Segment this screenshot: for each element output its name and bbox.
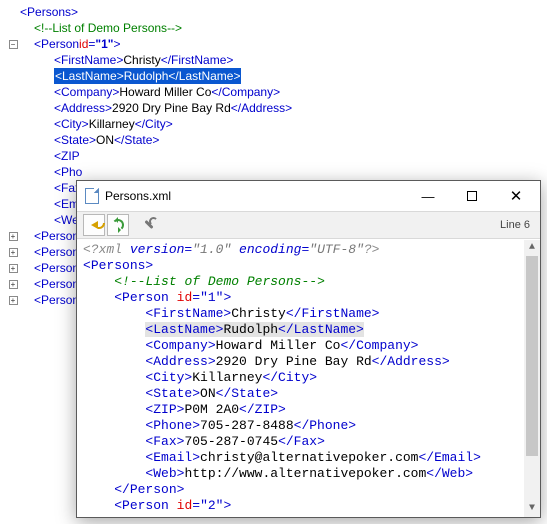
- undo-button[interactable]: [83, 214, 105, 236]
- source-window: Persons.xml — ✕ Line 6 <?xml version="1.…: [76, 180, 541, 518]
- refresh-button[interactable]: [107, 214, 129, 236]
- wrench-icon: [144, 219, 156, 231]
- expand-icon[interactable]: +: [9, 296, 18, 305]
- undo-icon: [91, 221, 98, 229]
- tree-row[interactable]: <Pho: [6, 164, 547, 180]
- tree-row[interactable]: <City>Killarney</City>: [6, 116, 547, 132]
- scroll-up-button[interactable]: ▲: [524, 240, 540, 256]
- tree-row[interactable]: <FirstName>Christy</FirstName>: [6, 52, 547, 68]
- tree-row[interactable]: <Persons>: [6, 4, 547, 20]
- document-icon: [85, 188, 99, 204]
- tree-row[interactable]: − <Person id="1">: [6, 36, 547, 52]
- expand-icon[interactable]: +: [9, 264, 18, 273]
- toolbar: Line 6: [77, 211, 540, 239]
- line-indicator: Line 6: [500, 219, 534, 231]
- settings-button[interactable]: [139, 214, 161, 236]
- close-button[interactable]: ✕: [494, 182, 538, 210]
- scroll-thumb[interactable]: [526, 256, 538, 456]
- expand-icon[interactable]: +: [9, 248, 18, 257]
- tree-row[interactable]: <!--List of Demo Persons-->: [6, 20, 547, 36]
- tree-row[interactable]: <ZIP: [6, 148, 547, 164]
- scroll-down-button[interactable]: ▼: [524, 501, 540, 517]
- window-title: Persons.xml: [105, 189, 171, 203]
- maximize-button[interactable]: [450, 182, 494, 210]
- titlebar[interactable]: Persons.xml — ✕: [77, 181, 540, 211]
- source-editor[interactable]: <?xml version="1.0" encoding="UTF-8"?> <…: [77, 240, 540, 517]
- tree-row[interactable]: <Address>2920 Dry Pine Bay Rd</Address>: [6, 100, 547, 116]
- tree-row[interactable]: <State>ON</State>: [6, 132, 547, 148]
- collapse-icon[interactable]: −: [9, 40, 18, 49]
- refresh-icon: [112, 219, 124, 231]
- vertical-scrollbar[interactable]: ▲ ▼: [524, 240, 540, 517]
- minimize-button[interactable]: —: [406, 182, 450, 210]
- tree-row[interactable]: <Company>Howard Miller Co</Company>: [6, 84, 547, 100]
- tree-row-selected[interactable]: <LastName>Rudolph</LastName>: [6, 68, 547, 84]
- expand-icon[interactable]: +: [9, 232, 18, 241]
- expand-icon[interactable]: +: [9, 280, 18, 289]
